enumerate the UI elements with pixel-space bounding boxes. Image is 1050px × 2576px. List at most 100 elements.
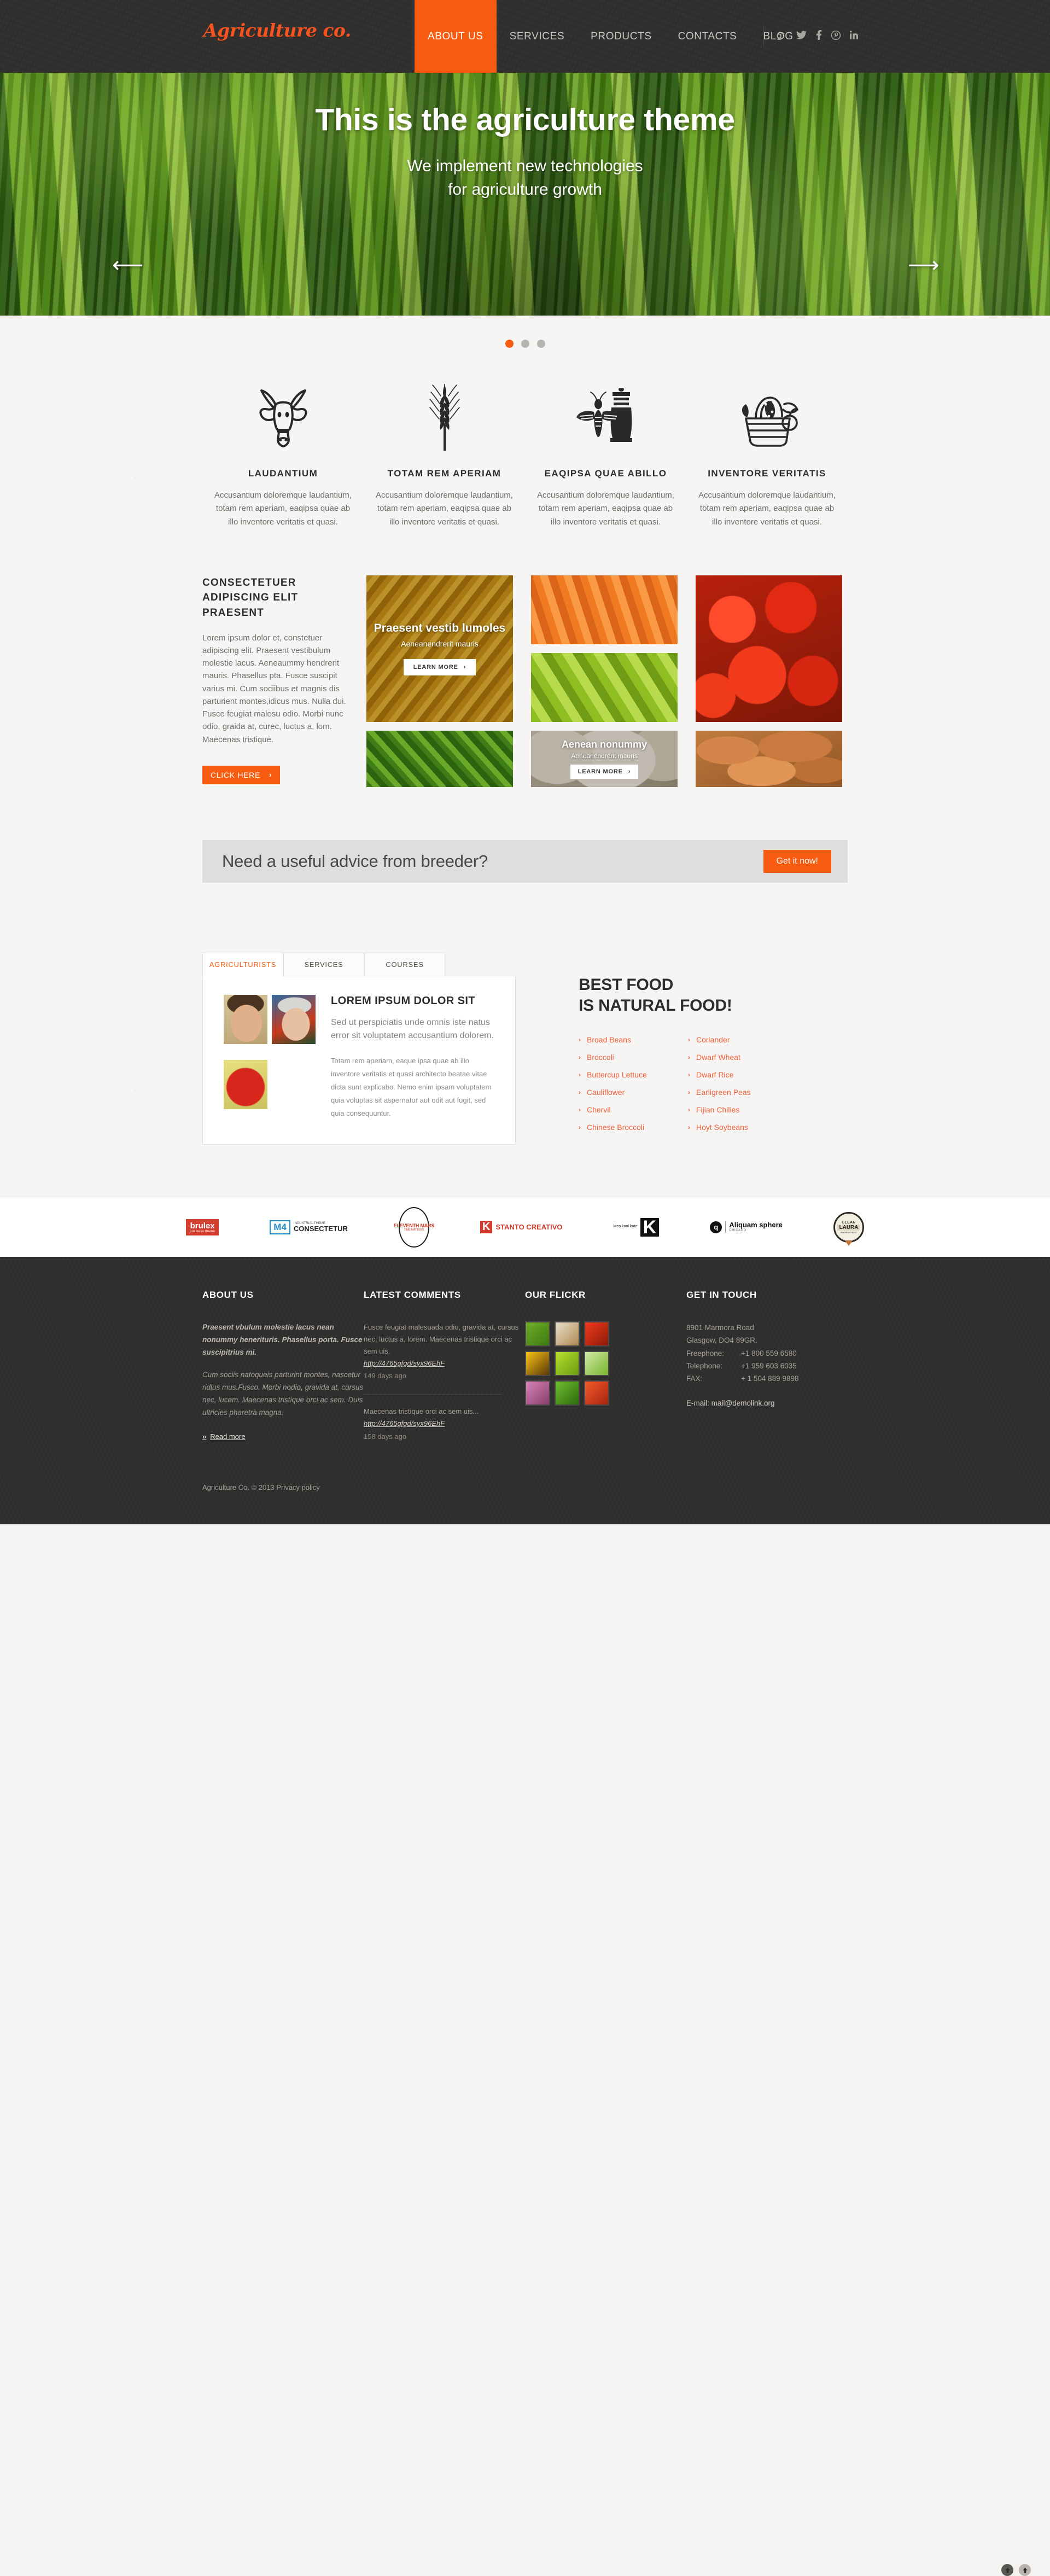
read-more-link[interactable]: » Read more <box>202 1432 246 1441</box>
flickr-photo-bread-and-milk[interactable] <box>555 1321 580 1347</box>
footer-columns: ABOUT US Praesent vbulum molestie lacus … <box>202 1290 848 1443</box>
svg-text:+: + <box>781 31 785 37</box>
partner-logo-kreo-kool-katz[interactable]: kreo kool katz K <box>613 1217 660 1237</box>
food-column-2: › Coriander › Dwarf Wheat › Dwarf Rice › Ear… <box>688 1031 797 1136</box>
get-it-now-button[interactable]: Get it now! <box>763 849 831 873</box>
chevron-right-icon: › <box>579 1123 581 1131</box>
gallery-column-1: Praesent vestib lumoles Aeneanendrerit m… <box>366 575 513 787</box>
gallery-tile-tomato[interactable] <box>696 575 842 722</box>
tab-services[interactable]: SERVICES <box>283 952 364 976</box>
partner-logo-brulex[interactable]: brulex business theme <box>186 1219 219 1235</box>
food-item[interactable]: › Hoyt Soybeans <box>688 1118 797 1136</box>
site-logo[interactable]: Agriculture co. <box>203 20 351 41</box>
click-here-button[interactable]: CLICK HERE › <box>202 765 281 784</box>
food-item-label: Chinese Broccoli <box>587 1122 645 1132</box>
food-item[interactable]: › Dwarf Wheat <box>688 1048 797 1066</box>
tab-courses[interactable]: COURSES <box>364 952 445 976</box>
pinterest-icon[interactable] <box>831 30 841 40</box>
scroll-up-icon-bright[interactable] <box>1019 2564 1031 2576</box>
food-item[interactable]: › Cauliflower <box>579 1083 688 1101</box>
linkedin-icon[interactable] <box>850 31 859 39</box>
google-plus-icon[interactable]: g + <box>777 31 787 40</box>
food-item[interactable]: › Broccoli <box>579 1048 688 1066</box>
gallery-tile-garlic[interactable]: Aenean nonummy Aeneanendrerit mauris LEA… <box>531 730 678 787</box>
comment-text: Fusce feugiat malesuada odio, gravida at… <box>364 1323 519 1355</box>
food-item[interactable]: › Broad Beans <box>579 1031 688 1048</box>
feature-card-totam-rem-aperiam: TOTAM REM APERIAM Accusantium doloremque… <box>364 380 525 529</box>
twitter-icon[interactable] <box>796 31 807 39</box>
partner-logo-clean-laura[interactable]: CLEAN LAURA PREMIUM BEST <box>833 1211 864 1246</box>
facebook-icon[interactable] <box>816 30 822 40</box>
footer-comments-column: LATEST COMMENTS Fusce feugiat malesuada … <box>364 1290 525 1443</box>
food-item-label: Dwarf Rice <box>696 1070 734 1079</box>
kreo-name: kreo kool katz <box>613 1225 637 1229</box>
footer-about-p1-text: Praesent vbulum molestie lacus nean nonu… <box>202 1323 363 1356</box>
partner-logo-eleventh-mars[interactable]: ELEVENTH MARS TIME MATTERS <box>394 1207 434 1248</box>
scroll-up-icon-dim[interactable] <box>1001 2564 1013 2576</box>
contact-freephone-label: Freephone: <box>686 1349 725 1357</box>
flickr-photo-tomatoes[interactable] <box>584 1380 609 1406</box>
gallery-tile-potato[interactable] <box>696 730 842 787</box>
slider-dot-1[interactable] <box>505 340 514 348</box>
food-item-label: Broccoli <box>587 1052 614 1062</box>
nav-item-about-us[interactable]: ABOUT US <box>415 0 497 73</box>
flickr-photo-dew-on-leaf[interactable] <box>525 1321 550 1347</box>
thumbnail-farmer-portrait-2[interactable] <box>272 994 316 1044</box>
food-item-label: Dwarf Wheat <box>696 1052 740 1062</box>
food-item-label: Buttercup Lettuce <box>587 1070 647 1079</box>
flickr-photo-purple-flower[interactable] <box>525 1380 550 1406</box>
comment-url[interactable]: http://4765gfgd/syx96EhF <box>364 1357 525 1369</box>
slider-dot-2[interactable] <box>521 340 529 348</box>
thumbnail-farmer-portrait-1[interactable] <box>224 994 267 1044</box>
flickr-photo-cucumbers[interactable] <box>555 1380 580 1406</box>
flickr-photo-red-apple-on-tree[interactable] <box>584 1321 609 1347</box>
flickr-photo-green-apples[interactable] <box>555 1351 580 1377</box>
feature-text: Accusantium doloremque laudantium, totam… <box>214 491 352 527</box>
nav-item-products[interactable]: PRODUCTS <box>578 0 664 73</box>
flickr-photo-sunflower[interactable] <box>525 1351 550 1377</box>
hero-subtitle-line2: for agriculture growth <box>448 180 602 199</box>
nav-item-services[interactable]: SERVICES <box>497 0 578 73</box>
contact-email-row: E-mail: mail@demolink.org <box>686 1397 848 1409</box>
food-item[interactable]: › Chinese Broccoli <box>579 1118 688 1136</box>
gallery-tile-carrot[interactable] <box>531 575 678 644</box>
food-item[interactable]: › Chervil <box>579 1101 688 1118</box>
food-item[interactable]: › Earligreen Peas <box>688 1083 797 1101</box>
learn-more-button[interactable]: LEARN MORE › <box>403 659 476 676</box>
thumbnail-apple-in-hands[interactable] <box>224 1059 267 1109</box>
partner-logo-aliquam-sphere[interactable]: q Aliquam sphere CHICAGO <box>710 1221 783 1233</box>
gallery-tile-corn[interactable]: Praesent vestib lumoles Aeneanendrerit m… <box>366 575 513 722</box>
learn-more-button[interactable]: LEARN MORE › <box>570 765 639 779</box>
contact-email-link[interactable]: mail@demolink.org <box>711 1399 775 1407</box>
tile-title: Aenean nonummy <box>561 738 648 750</box>
tab-agriculturists[interactable]: AGRICULTURISTS <box>202 952 283 976</box>
aliquam-mark: q <box>710 1221 722 1233</box>
food-item[interactable]: › Coriander <box>688 1031 797 1048</box>
gallery-grid: Praesent vestib lumoles Aeneanendrerit m… <box>366 575 842 787</box>
tile-subtitle: Aeneanendrerit mauris <box>571 752 638 760</box>
hero-slider: This is the agriculture theme We impleme… <box>0 73 1050 316</box>
food-item-label: Broad Beans <box>587 1035 631 1044</box>
slider-prev-arrow-icon[interactable]: ⟵ <box>112 254 143 276</box>
partner-logo-m4-consectetur[interactable]: M4 INDUSTRIAL THEME CONSECTETUR <box>270 1220 348 1234</box>
footer-contact-title: GET IN TOUCH <box>686 1290 757 1301</box>
comment-url[interactable]: http://4765gfgd/syx96EhF <box>364 1418 525 1430</box>
hero-title: This is the agriculture theme <box>315 102 735 137</box>
content-wrapper: LAUDANTIUM Accusantium doloremque laudan… <box>202 368 848 1197</box>
gallery-tile-pepper[interactable] <box>531 652 678 722</box>
flickr-photo-green-peas-in-bowl[interactable] <box>584 1351 609 1377</box>
slider-dot-3[interactable] <box>536 340 545 348</box>
tab-body-text: Totam rem aperiam, eaque ipsa quae ab il… <box>331 1056 492 1118</box>
gallery-tile-lettuce[interactable] <box>366 730 513 787</box>
slider-next-arrow-icon[interactable]: ⟶ <box>908 254 939 276</box>
food-item[interactable]: › Fijian Chilies <box>688 1101 797 1118</box>
food-item[interactable]: › Buttercup Lettuce <box>579 1066 688 1083</box>
copyright-text[interactable]: Agriculture Co. © 2013 Privacy policy <box>202 1483 320 1491</box>
tile-title: Praesent vestib lumoles <box>374 622 506 635</box>
stanto-mark: K <box>480 1221 493 1234</box>
brulex-name: brulex <box>190 1221 215 1231</box>
partner-logo-stanto-creativo[interactable]: K STANTO CREATIVO <box>480 1221 563 1234</box>
nav-item-contacts[interactable]: CONTACTS <box>665 0 750 73</box>
footer-flickr-column: OUR FLICKR <box>525 1290 686 1443</box>
food-item[interactable]: › Dwarf Rice <box>688 1066 797 1083</box>
